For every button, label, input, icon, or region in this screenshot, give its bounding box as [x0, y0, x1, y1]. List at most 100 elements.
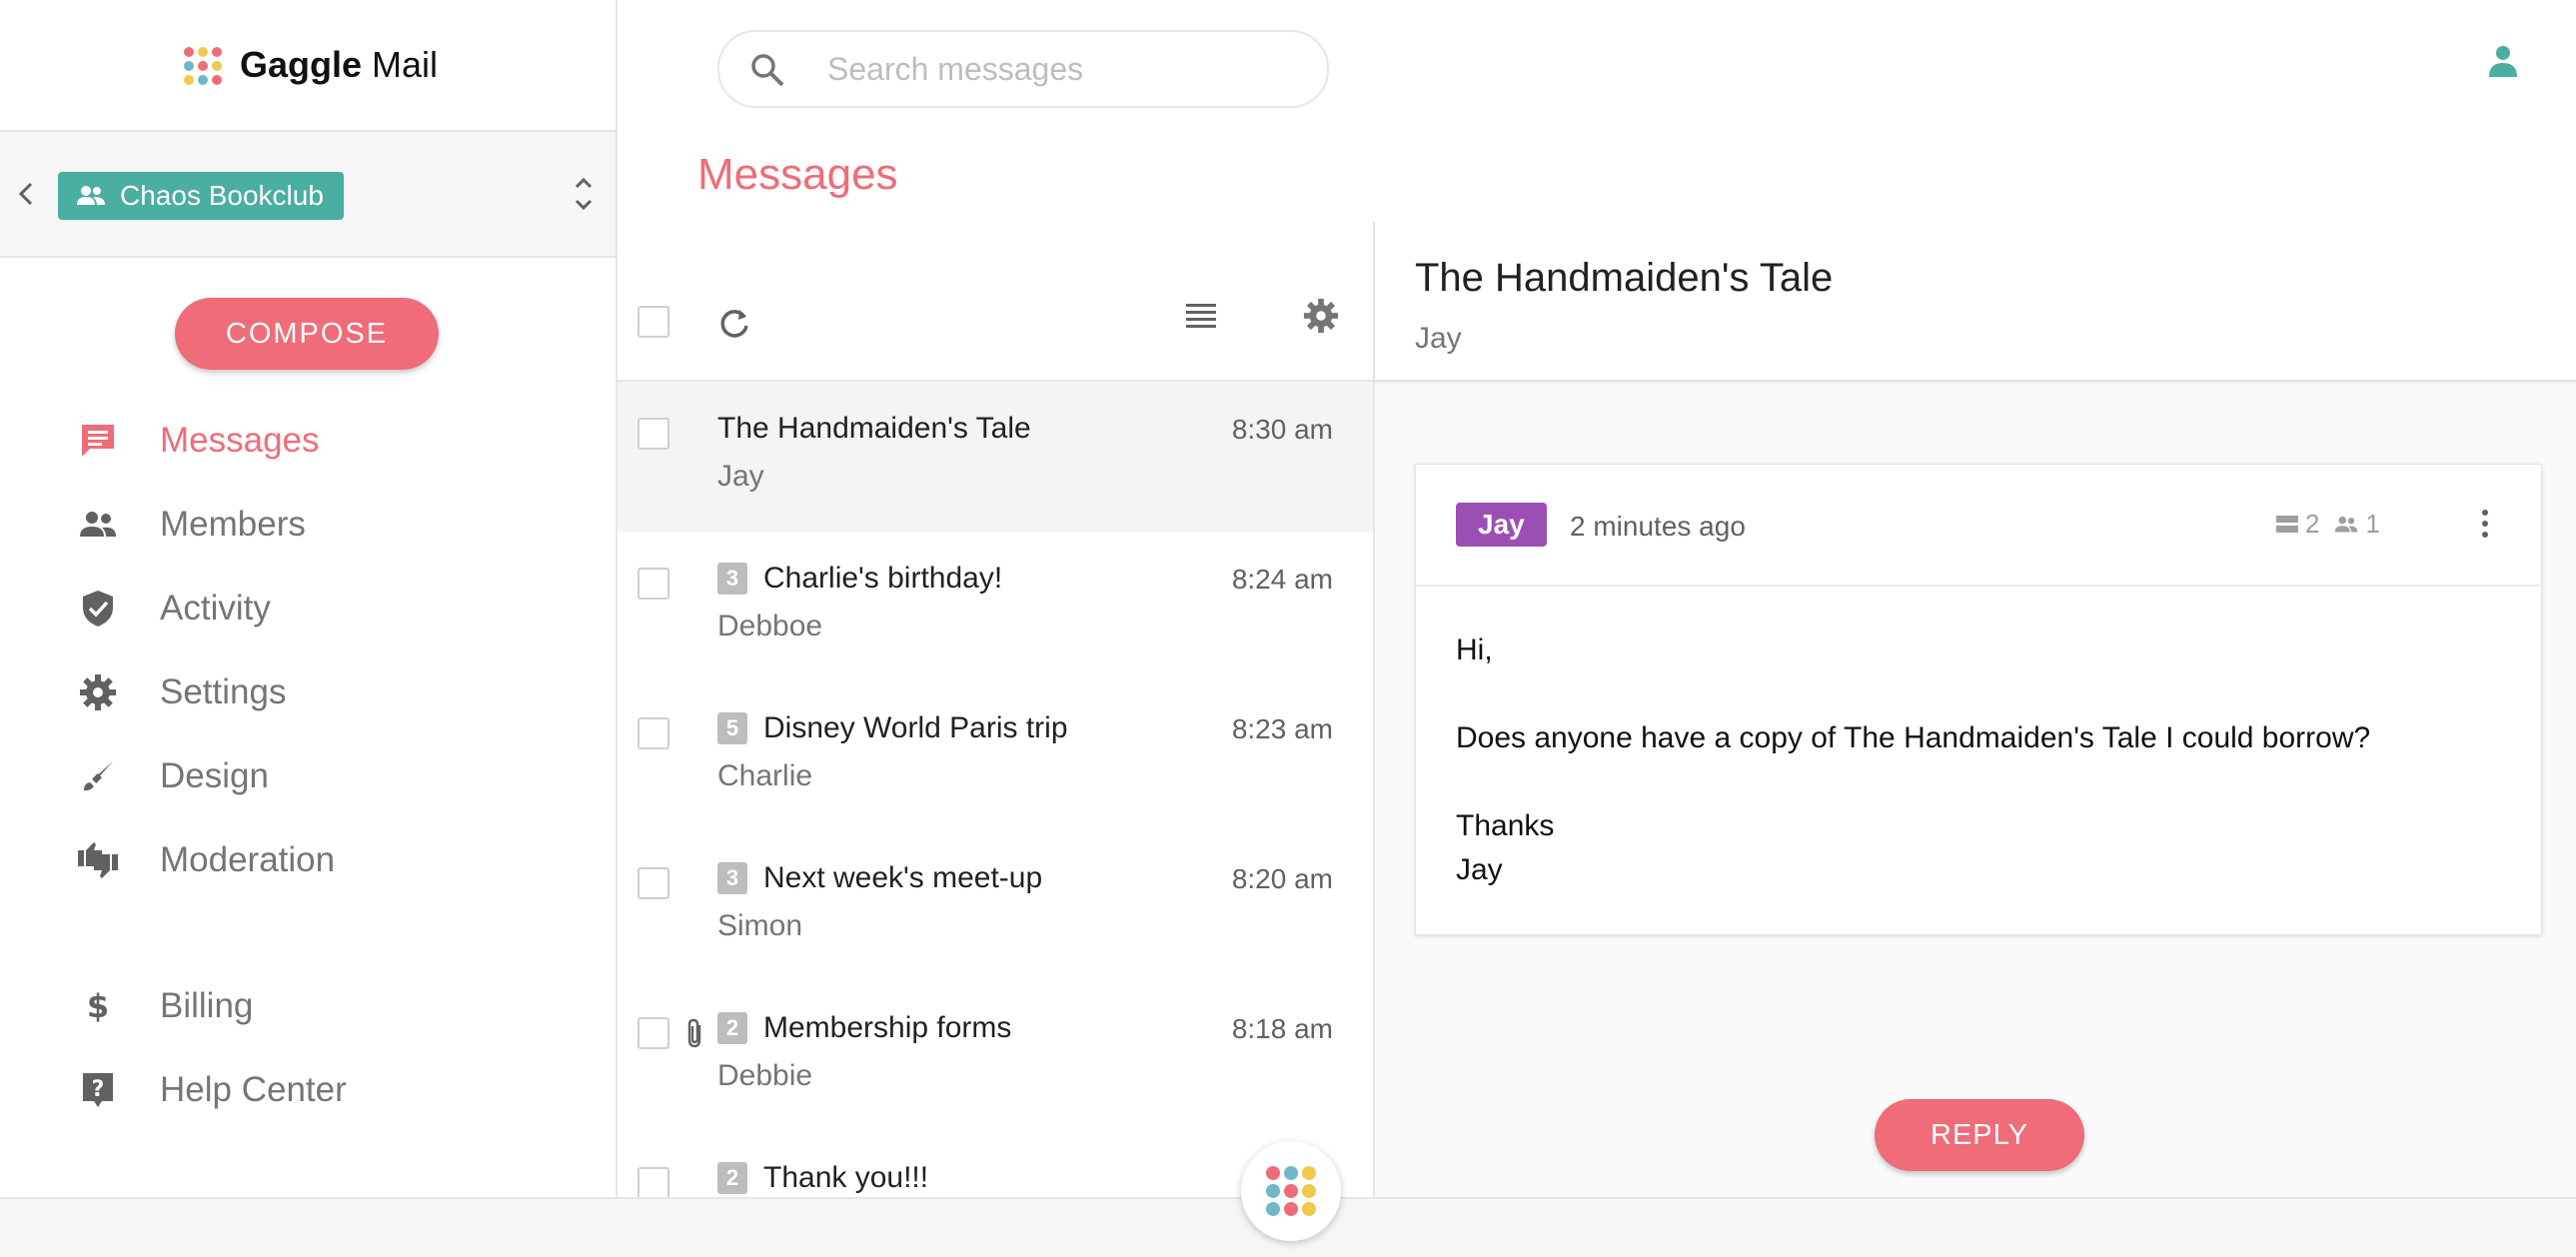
- reader-subject: The Handmaiden's Tale: [1415, 256, 1834, 300]
- svg-text:$: $: [87, 987, 109, 1025]
- nav-label: Members: [160, 505, 306, 544]
- thread-count-badge: 2: [717, 1162, 747, 1194]
- message-time: 8:23 am: [1231, 713, 1333, 744]
- message-body: Hi, Does anyone have a copy of The Handm…: [1456, 628, 2495, 892]
- thread-count-badge: 3: [717, 862, 747, 894]
- reader-sender: Jay: [1415, 322, 1462, 355]
- message-time: 8:18 am: [1231, 1013, 1333, 1044]
- refresh-icon[interactable]: [717, 306, 751, 340]
- brand-rest: Mail: [372, 44, 439, 85]
- message-subject: The Handmaiden's Tale: [717, 412, 1031, 446]
- nav-label: Activity: [160, 589, 271, 628]
- message-row[interactable]: 3 Charlie's birthday! Debboe 8:24 am: [618, 532, 1373, 681]
- thumbs-icon: [72, 840, 124, 880]
- message-sender: Debbie: [717, 1059, 813, 1092]
- svg-text:?: ?: [92, 1077, 105, 1102]
- brand-header: Gaggle Mail: [0, 0, 616, 132]
- stat-messages: 2: [2305, 509, 2320, 539]
- shield-check-icon: [72, 589, 124, 628]
- message-subject: 5 Disney World Paris trip: [717, 711, 1068, 745]
- reading-pane: The Handmaiden's Tale Jay Jay 2 minutes …: [1375, 222, 2576, 1197]
- reader-header: The Handmaiden's Tale Jay: [1375, 222, 2576, 382]
- nav-item-help-center[interactable]: ? Help Center: [0, 1055, 616, 1125]
- sidebar: Gaggle Mail Chaos Bookclub COMPOSE Messa…: [0, 0, 618, 1197]
- body-line: Does anyone have a copy of The Handmaide…: [1456, 721, 2371, 754]
- posted-time: 2 minutes ago: [1570, 511, 1746, 542]
- group-icon: [76, 185, 120, 207]
- user-account-icon[interactable]: [2488, 44, 2518, 78]
- density-icon[interactable]: [1185, 302, 1217, 332]
- body-line: Jay: [1456, 853, 1503, 886]
- nav-item-members[interactable]: Members: [0, 490, 616, 560]
- gear-icon: [72, 673, 124, 711]
- group-chip[interactable]: Chaos Bookclub: [58, 172, 344, 220]
- subject-text: The Handmaiden's Tale: [717, 412, 1031, 445]
- nav-label: Billing: [160, 986, 254, 1025]
- message-row[interactable]: 5 Disney World Paris trip Charlie 8:23 am: [618, 681, 1373, 831]
- row-checkbox[interactable]: [638, 1167, 669, 1197]
- nav-item-activity[interactable]: Activity: [0, 574, 616, 643]
- message-row[interactable]: 2 Membership forms Debbie 8:18 am: [618, 981, 1373, 1131]
- nav-item-messages[interactable]: Messages: [0, 406, 616, 476]
- message-sender: Jay: [717, 460, 764, 493]
- message-icon: [72, 421, 124, 461]
- nav-item-billing[interactable]: $ Billing: [0, 971, 616, 1041]
- subject-text: Disney World Paris trip: [763, 711, 1068, 744]
- nav-label: Messages: [160, 421, 320, 460]
- reply-button[interactable]: REPLY: [1875, 1099, 2084, 1171]
- message-list: The Handmaiden's Tale Jay 8:30 am 3 Charl…: [618, 222, 1375, 1197]
- brush-icon: [72, 758, 124, 794]
- message-sender: Debboe: [717, 610, 823, 642]
- message-sender: Charlie: [717, 759, 813, 792]
- select-all-checkbox[interactable]: [638, 306, 669, 338]
- row-checkbox[interactable]: [638, 867, 669, 899]
- nav-item-settings[interactable]: Settings: [0, 657, 616, 727]
- subject-text: Charlie's birthday!: [763, 562, 1003, 595]
- nav-label: Settings: [160, 672, 287, 711]
- row-checkbox[interactable]: [638, 418, 669, 450]
- dollar-icon: $: [72, 987, 124, 1025]
- search-box: [717, 30, 1329, 108]
- more-vertical-icon[interactable]: [2479, 507, 2491, 541]
- search-input[interactable]: [825, 46, 1299, 92]
- brand-wordmark[interactable]: Gaggle Mail: [240, 44, 438, 86]
- body-line: Thanks: [1456, 809, 1555, 842]
- messages-stack-icon: [2275, 514, 2305, 536]
- subject-text: Next week's meet-up: [763, 861, 1043, 894]
- message-sender: Simon: [717, 909, 803, 942]
- chevron-updown-icon[interactable]: [572, 172, 596, 216]
- members-icon: [72, 509, 124, 541]
- list-settings-gear-icon[interactable]: [1303, 298, 1339, 334]
- message-card-header: Jay 2 minutes ago 2 1: [1416, 465, 2541, 587]
- compose-button[interactable]: COMPOSE: [175, 298, 439, 370]
- body-line: Hi,: [1456, 633, 1493, 666]
- nav-label: Help Center: [160, 1070, 347, 1109]
- subject-text: Thank you!!!: [763, 1161, 929, 1194]
- people-icon: [2333, 515, 2365, 535]
- thread-stats: 2 1: [2275, 509, 2380, 540]
- message-subject: 2 Thank you!!!: [717, 1161, 928, 1195]
- nav-item-moderation[interactable]: Moderation: [0, 825, 616, 895]
- message-time: 8:20 am: [1231, 863, 1333, 894]
- row-checkbox[interactable]: [638, 1017, 669, 1049]
- apps-launcher-button[interactable]: [1241, 1141, 1341, 1241]
- gaggle-logo-icon[interactable]: [183, 46, 223, 86]
- author-badge[interactable]: Jay: [1456, 503, 1547, 547]
- message-subject: 3 Charlie's birthday!: [717, 562, 1002, 596]
- nav-label: Design: [160, 756, 269, 795]
- thread-count-badge: 5: [717, 712, 747, 744]
- help-icon: ?: [72, 1070, 124, 1110]
- stat-people: 1: [2365, 509, 2380, 539]
- row-checkbox[interactable]: [638, 717, 669, 749]
- chevron-left-icon[interactable]: [14, 180, 38, 208]
- thread-count-badge: 2: [717, 1012, 747, 1044]
- message-row[interactable]: 3 Next week's meet-up Simon 8:20 am: [618, 831, 1373, 981]
- message-card: Jay 2 minutes ago 2 1 Hi, Does anyone ha…: [1415, 464, 2542, 935]
- paperclip-icon: [685, 1017, 705, 1049]
- nav-label: Moderation: [160, 840, 336, 879]
- nav-item-design[interactable]: Design: [0, 741, 616, 811]
- list-toolbar: [618, 222, 1373, 382]
- search-icon[interactable]: [749, 52, 785, 88]
- row-checkbox[interactable]: [638, 568, 669, 600]
- message-row[interactable]: The Handmaiden's Tale Jay 8:30 am: [618, 382, 1373, 532]
